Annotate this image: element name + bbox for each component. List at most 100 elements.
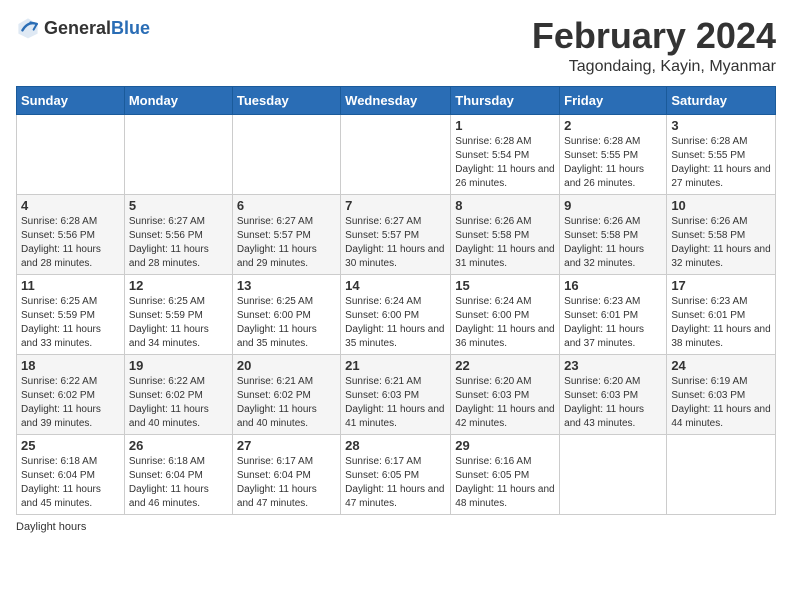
day-info: Sunrise: 6:19 AMSunset: 6:03 PMDaylight:… <box>671 375 771 431</box>
generalblue-icon <box>16 16 40 40</box>
footer-note: Daylight hours <box>16 521 776 533</box>
day-number: 29 <box>455 438 555 453</box>
day-info: Sunrise: 6:26 AMSunset: 5:58 PMDaylight:… <box>564 215 662 271</box>
title-area: February 2024 Tagondaing, Kayin, Myanmar <box>532 16 776 76</box>
day-cell <box>17 114 125 194</box>
logo-general: General <box>44 18 111 38</box>
day-info: Sunrise: 6:20 AMSunset: 6:03 PMDaylight:… <box>564 375 662 431</box>
day-info: Sunrise: 6:24 AMSunset: 6:00 PMDaylight:… <box>345 295 446 351</box>
day-number: 27 <box>237 438 336 453</box>
day-number: 4 <box>21 198 120 213</box>
day-number: 8 <box>455 198 555 213</box>
day-cell: 18Sunrise: 6:22 AMSunset: 6:02 PMDayligh… <box>17 354 125 434</box>
day-info: Sunrise: 6:26 AMSunset: 5:58 PMDaylight:… <box>671 215 771 271</box>
header-row: SundayMondayTuesdayWednesdayThursdayFrid… <box>17 86 776 114</box>
day-number: 3 <box>671 118 771 133</box>
day-info: Sunrise: 6:17 AMSunset: 6:04 PMDaylight:… <box>237 455 336 511</box>
day-cell: 7 Sunrise: 6:27 AMSunset: 5:57 PMDaylight… <box>341 194 451 274</box>
day-cell: 13Sunrise: 6:25 AMSunset: 6:00 PMDayligh… <box>232 274 340 354</box>
day-cell: 29 Sunrise: 6:16 AMSunset: 6:05 PMDayligh… <box>451 434 560 514</box>
week-row-3: 11 Sunrise: 6:25 AMSunset: 5:59 PMDayligh… <box>17 274 776 354</box>
day-cell: 11 Sunrise: 6:25 AMSunset: 5:59 PMDayligh… <box>17 274 125 354</box>
daylight-label: Daylight hours <box>16 521 86 533</box>
day-number: 25 <box>21 438 120 453</box>
day-cell: 3 Sunrise: 6:28 AMSunset: 5:55 PMDaylight… <box>667 114 776 194</box>
day-number: 6 <box>237 198 336 213</box>
day-header-monday: Monday <box>124 86 232 114</box>
day-info: Sunrise: 6:21 AMSunset: 6:02 PMDaylight:… <box>237 375 336 431</box>
day-header-sunday: Sunday <box>17 86 125 114</box>
day-info: Sunrise: 6:17 AMSunset: 6:05 PMDaylight:… <box>345 455 446 511</box>
day-number: 7 <box>345 198 446 213</box>
day-info: Sunrise: 6:21 AMSunset: 6:03 PMDaylight:… <box>345 375 446 431</box>
day-cell: 14 Sunrise: 6:24 AMSunset: 6:00 PMDayligh… <box>341 274 451 354</box>
day-number: 12 <box>129 278 228 293</box>
day-info: Sunrise: 6:22 AMSunset: 6:02 PMDaylight:… <box>129 375 228 431</box>
day-info: Sunrise: 6:28 AMSunset: 5:55 PMDaylight:… <box>671 135 771 191</box>
day-number: 14 <box>345 278 446 293</box>
day-number: 10 <box>671 198 771 213</box>
day-header-thursday: Thursday <box>451 86 560 114</box>
day-cell: 2 Sunrise: 6:28 AMSunset: 5:55 PMDaylight… <box>560 114 667 194</box>
day-number: 21 <box>345 358 446 373</box>
day-cell: 1 Sunrise: 6:28 AMSunset: 5:54 PMDaylight… <box>451 114 560 194</box>
header: GeneralBlue February 2024 Tagondaing, Ka… <box>16 16 776 76</box>
week-row-5: 25 Sunrise: 6:18 AMSunset: 6:04 PMDayligh… <box>17 434 776 514</box>
day-number: 16 <box>564 278 662 293</box>
day-info: Sunrise: 6:18 AMSunset: 6:04 PMDaylight:… <box>21 455 120 511</box>
day-number: 2 <box>564 118 662 133</box>
day-cell: 6 Sunrise: 6:27 AMSunset: 5:57 PMDaylight… <box>232 194 340 274</box>
day-cell: 27 Sunrise: 6:17 AMSunset: 6:04 PMDayligh… <box>232 434 340 514</box>
day-cell: 12 Sunrise: 6:25 AMSunset: 5:59 PMDayligh… <box>124 274 232 354</box>
day-number: 5 <box>129 198 228 213</box>
day-info: Sunrise: 6:24 AMSunset: 6:00 PMDaylight:… <box>455 295 555 351</box>
day-cell <box>560 434 667 514</box>
day-cell: 5 Sunrise: 6:27 AMSunset: 5:56 PMDaylight… <box>124 194 232 274</box>
week-row-1: 1 Sunrise: 6:28 AMSunset: 5:54 PMDaylight… <box>17 114 776 194</box>
day-cell: 21 Sunrise: 6:21 AMSunset: 6:03 PMDayligh… <box>341 354 451 434</box>
day-number: 11 <box>21 278 120 293</box>
day-cell <box>341 114 451 194</box>
calendar-table: SundayMondayTuesdayWednesdayThursdayFrid… <box>16 86 776 515</box>
day-number: 1 <box>455 118 555 133</box>
week-row-2: 4 Sunrise: 6:28 AMSunset: 5:56 PMDaylight… <box>17 194 776 274</box>
logo-blue: Blue <box>111 18 150 38</box>
day-cell: 22 Sunrise: 6:20 AMSunset: 6:03 PMDayligh… <box>451 354 560 434</box>
day-cell: 24 Sunrise: 6:19 AMSunset: 6:03 PMDayligh… <box>667 354 776 434</box>
day-cell: 26Sunrise: 6:18 AMSunset: 6:04 PMDayligh… <box>124 434 232 514</box>
day-header-saturday: Saturday <box>667 86 776 114</box>
day-cell: 20 Sunrise: 6:21 AMSunset: 6:02 PMDayligh… <box>232 354 340 434</box>
day-cell: 4 Sunrise: 6:28 AMSunset: 5:56 PMDaylight… <box>17 194 125 274</box>
day-cell: 16 Sunrise: 6:23 AMSunset: 6:01 PMDayligh… <box>560 274 667 354</box>
day-cell: 19Sunrise: 6:22 AMSunset: 6:02 PMDayligh… <box>124 354 232 434</box>
day-info: Sunrise: 6:25 AMSunset: 5:59 PMDaylight:… <box>21 295 120 351</box>
day-cell: 8 Sunrise: 6:26 AMSunset: 5:58 PMDaylight… <box>451 194 560 274</box>
day-number: 22 <box>455 358 555 373</box>
day-header-wednesday: Wednesday <box>341 86 451 114</box>
day-info: Sunrise: 6:22 AMSunset: 6:02 PMDaylight:… <box>21 375 120 431</box>
day-cell: 17Sunrise: 6:23 AMSunset: 6:01 PMDayligh… <box>667 274 776 354</box>
day-number: 17 <box>671 278 771 293</box>
day-info: Sunrise: 6:28 AMSunset: 5:55 PMDaylight:… <box>564 135 662 191</box>
day-number: 24 <box>671 358 771 373</box>
day-number: 28 <box>345 438 446 453</box>
day-number: 13 <box>237 278 336 293</box>
day-cell: 25 Sunrise: 6:18 AMSunset: 6:04 PMDayligh… <box>17 434 125 514</box>
day-number: 20 <box>237 358 336 373</box>
day-header-friday: Friday <box>560 86 667 114</box>
location-title: Tagondaing, Kayin, Myanmar <box>532 58 776 76</box>
day-info: Sunrise: 6:27 AMSunset: 5:57 PMDaylight:… <box>237 215 336 271</box>
day-info: Sunrise: 6:26 AMSunset: 5:58 PMDaylight:… <box>455 215 555 271</box>
day-cell: 15Sunrise: 6:24 AMSunset: 6:00 PMDayligh… <box>451 274 560 354</box>
day-info: Sunrise: 6:20 AMSunset: 6:03 PMDaylight:… <box>455 375 555 431</box>
day-info: Sunrise: 6:25 AMSunset: 5:59 PMDaylight:… <box>129 295 228 351</box>
day-header-tuesday: Tuesday <box>232 86 340 114</box>
day-info: Sunrise: 6:28 AMSunset: 5:54 PMDaylight:… <box>455 135 555 191</box>
day-info: Sunrise: 6:27 AMSunset: 5:56 PMDaylight:… <box>129 215 228 271</box>
day-info: Sunrise: 6:23 AMSunset: 6:01 PMDaylight:… <box>564 295 662 351</box>
day-number: 26 <box>129 438 228 453</box>
day-cell: 28 Sunrise: 6:17 AMSunset: 6:05 PMDayligh… <box>341 434 451 514</box>
day-info: Sunrise: 6:16 AMSunset: 6:05 PMDaylight:… <box>455 455 555 511</box>
day-info: Sunrise: 6:27 AMSunset: 5:57 PMDaylight:… <box>345 215 446 271</box>
day-info: Sunrise: 6:28 AMSunset: 5:56 PMDaylight:… <box>21 215 120 271</box>
